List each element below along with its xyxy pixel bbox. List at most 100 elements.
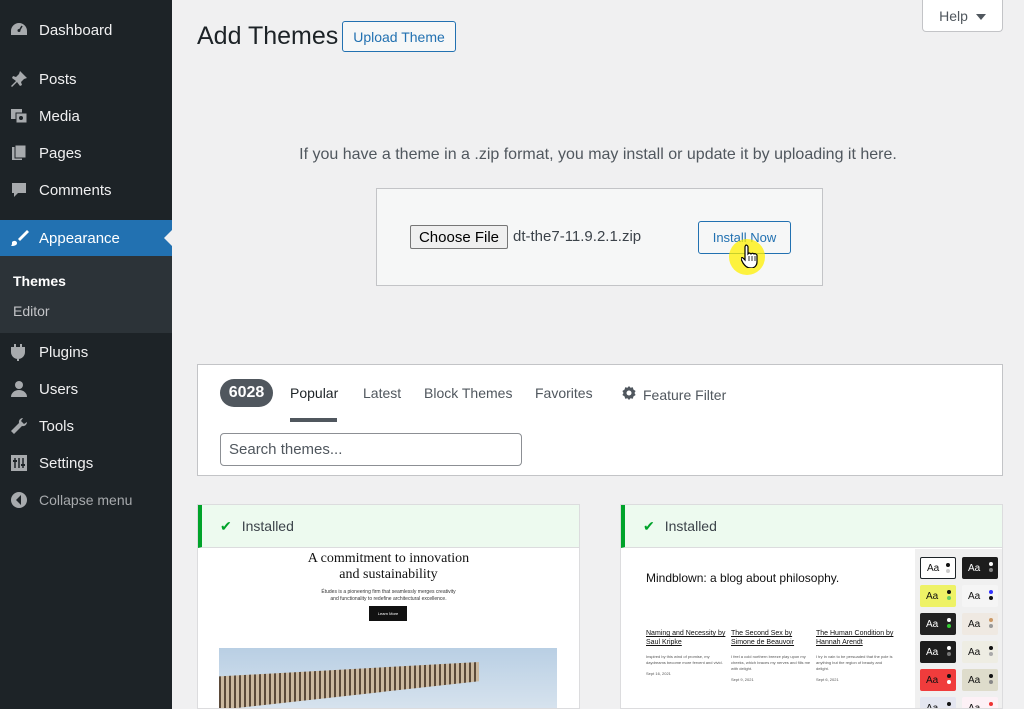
swatch-label: Aa: [968, 562, 981, 574]
sidebar-item-label: Posts: [39, 70, 77, 88]
sidebar-item-settings[interactable]: Settings: [0, 445, 172, 481]
comment-icon: [9, 180, 29, 200]
submenu-item-editor[interactable]: Editor: [13, 303, 50, 319]
sidebar-item-comments[interactable]: Comments: [0, 172, 172, 208]
installed-label: Installed: [241, 518, 294, 534]
swatch-dots: [989, 674, 994, 686]
swatch-dots: [947, 674, 952, 686]
feature-filter-button[interactable]: Feature Filter: [621, 385, 726, 404]
swatch-label: Aa: [926, 590, 939, 602]
plug-icon: [9, 342, 29, 362]
swatch-dots: [947, 646, 952, 658]
style-swatch: Aa: [920, 557, 956, 579]
style-swatch: Aa: [920, 697, 956, 709]
media-icon: [9, 106, 29, 126]
post-excerpt: I feel a cold northern breeze play upon …: [731, 654, 811, 671]
swatch-label: Aa: [926, 646, 939, 658]
swatch-dots: [947, 590, 952, 602]
sidebar-item-label: Settings: [39, 454, 94, 472]
appearance-submenu: Themes Editor: [0, 256, 172, 333]
wrench-icon: [9, 416, 29, 436]
collapse-arrow-icon: [9, 490, 29, 510]
sidebar-item-plugins[interactable]: Plugins: [0, 334, 172, 370]
pin-icon: [9, 69, 29, 89]
screenshot-post: The Human Condition by Hannah Arendt I t…: [816, 629, 896, 682]
screenshot-building-photo: [219, 648, 557, 708]
sidebar-item-dashboard[interactable]: Dashboard: [0, 12, 172, 48]
sidebar-item-label: Comments: [39, 181, 112, 199]
post-date: Sept 9, 2021: [731, 677, 754, 682]
installed-notice: ✔ Installed: [621, 505, 1002, 548]
installed-notice: ✔ Installed: [198, 505, 579, 548]
swatch-dots: [989, 562, 994, 574]
user-icon: [9, 379, 29, 399]
tab-favorites[interactable]: Favorites: [535, 385, 593, 401]
theme-card[interactable]: ✔ Installed Mindblown: a blog about phil…: [620, 504, 1003, 709]
style-swatch: Aa: [962, 697, 998, 709]
tab-block-themes[interactable]: Block Themes: [424, 385, 512, 401]
swatch-label: Aa: [926, 702, 939, 709]
screenshot-post: Naming and Necessity by Saul Kripke Insp…: [646, 629, 726, 676]
hand-cursor-icon: [741, 244, 758, 268]
swatch-dots: [946, 563, 951, 575]
tab-latest[interactable]: Latest: [363, 385, 401, 401]
sidebar-item-pages[interactable]: Pages: [0, 135, 172, 171]
sliders-icon: [9, 453, 29, 473]
sidebar-item-label: Pages: [39, 144, 82, 162]
swatch-label: Aa: [968, 674, 981, 686]
theme-screenshot-heading: Mindblown: a blog about philosophy.: [646, 571, 840, 585]
selected-file-name: dt-the7-11.9.2.1.zip: [513, 228, 642, 245]
swatch-dots: [989, 618, 994, 630]
gear-icon: [621, 385, 637, 404]
building-roof-shape: [219, 662, 479, 708]
sidebar-item-users[interactable]: Users: [0, 371, 172, 407]
post-title: The Second Sex by Simone de Beauvoir: [731, 630, 795, 646]
swatch-label: Aa: [926, 618, 939, 630]
style-swatch: Aa: [962, 585, 998, 607]
swatch-dots: [989, 702, 994, 708]
swatch-dots: [989, 590, 994, 602]
upload-theme-button[interactable]: Upload Theme: [342, 21, 456, 52]
caret-down-icon: [975, 8, 986, 24]
pages-icon: [9, 143, 29, 163]
sidebar-item-tools[interactable]: Tools: [0, 408, 172, 444]
screenshot-title-line: A commitment to innovation: [307, 551, 470, 566]
post-excerpt: Inspired by this wind of promise, my day…: [646, 654, 723, 665]
swatch-label: Aa: [968, 702, 981, 709]
theme-screenshot-title: A commitment to innovation and sustainab…: [198, 551, 579, 583]
screenshot-post: The Second Sex by Simone de Beauvoir I f…: [731, 629, 811, 682]
screenshot-title-line: and sustainability: [339, 567, 438, 582]
help-tab-button[interactable]: Help: [922, 0, 1003, 32]
feature-filter-label: Feature Filter: [643, 386, 727, 403]
help-label: Help: [939, 7, 968, 24]
swatch-label: Aa: [968, 590, 981, 602]
choose-file-button[interactable]: Choose File: [410, 225, 508, 249]
style-swatch: Aa: [920, 641, 956, 663]
sidebar-item-label: Dashboard: [39, 21, 113, 39]
sidebar-item-label: Appearance: [39, 229, 120, 247]
collapse-menu-button[interactable]: Collapse menu: [0, 482, 172, 518]
sidebar-item-posts[interactable]: Posts: [0, 61, 172, 97]
style-swatch: Aa: [920, 585, 956, 607]
style-swatch: Aa: [920, 669, 956, 691]
sidebar-item-label: Tools: [39, 417, 75, 435]
search-themes-input[interactable]: [220, 433, 522, 466]
upload-description: If you have a theme in a .zip format, yo…: [299, 146, 897, 163]
sidebar-item-label: Users: [39, 380, 79, 398]
submenu-item-themes[interactable]: Themes: [13, 273, 66, 289]
post-date: Sept 6, 2021: [816, 677, 839, 682]
style-swatch: Aa: [962, 613, 998, 635]
sidebar-item-media[interactable]: Media: [0, 98, 172, 134]
tab-popular[interactable]: Popular: [290, 385, 338, 401]
swatch-dots: [947, 618, 952, 630]
theme-count-badge: 6028: [220, 379, 273, 407]
theme-screenshot-body: Études is a pioneering firm that seamles…: [198, 589, 579, 603]
admin-sidebar: Dashboard Posts Media Pages Comments App…: [0, 0, 172, 709]
post-title: Naming and Necessity by Saul Kripke: [646, 630, 726, 646]
theme-card[interactable]: ✔ Installed A commitment to innovation a…: [197, 504, 580, 709]
post-title: The Human Condition by Hannah Arendt: [816, 630, 894, 646]
sidebar-item-appearance[interactable]: Appearance: [0, 220, 172, 256]
style-swatch: Aa: [962, 669, 998, 691]
screenshot-body-line: Études is a pioneering firm that seamles…: [321, 589, 456, 595]
dashboard-icon: [9, 20, 29, 40]
